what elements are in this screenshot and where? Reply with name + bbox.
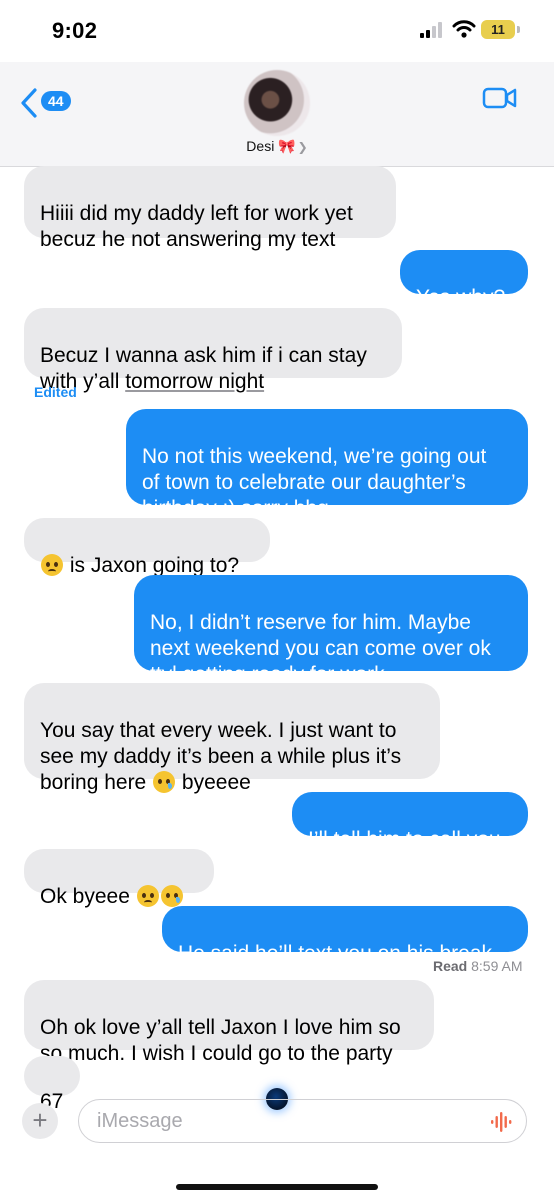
- pleading-face-emoji: [41, 554, 63, 576]
- chevron-right-icon: ❯: [297, 140, 308, 154]
- message-text-tail: byeeee: [176, 771, 251, 794]
- read-label: Read: [433, 958, 468, 974]
- message-bubble-outgoing[interactable]: He said he’ll text you on his break: [162, 906, 528, 965]
- message-bubble-incoming[interactable]: Oh ok love y’all tell Jaxon I love him s…: [24, 980, 434, 1065]
- message-text: Ok byeee: [40, 885, 136, 908]
- cellular-signal-icon: [420, 22, 442, 38]
- message-bubble-incoming[interactable]: You say that every week. I just want to …: [24, 683, 440, 794]
- status-bar: 9:02 11: [0, 0, 554, 62]
- battery-level: 11: [491, 22, 505, 37]
- contact-name: Desi 🎀: [246, 138, 296, 154]
- back-button[interactable]: 44: [16, 84, 86, 124]
- message-bubble-outgoing[interactable]: Yes why?: [400, 250, 528, 309]
- message-bubble-incoming[interactable]: Hiiii did my daddy left for work yet bec…: [24, 166, 396, 251]
- crying-face-emoji: [153, 771, 176, 793]
- message-bubble-outgoing[interactable]: I’ll tell him to call you: [292, 792, 528, 851]
- message-bubble-incoming[interactable]: Becuz I wanna ask him if i can stay with…: [24, 308, 402, 393]
- message-text: I’ll tell him to call you: [308, 828, 501, 851]
- battery-icon: 11: [481, 20, 515, 39]
- read-receipt: Read 8:59 AM: [433, 958, 523, 974]
- facetime-video-icon[interactable]: [482, 86, 518, 110]
- message-bubble-incoming[interactable]: Ok byeee: [24, 849, 214, 908]
- chevron-left-icon: [21, 88, 37, 118]
- unread-count-badge: 44: [41, 91, 71, 111]
- message-text: No, I didn’t reserve for him. Maybe next…: [150, 611, 491, 686]
- message-text: is Jaxon going to?: [64, 554, 240, 577]
- message-text: Yes why?: [416, 286, 506, 309]
- message-bubble-outgoing[interactable]: No, I didn’t reserve for him. Maybe next…: [134, 575, 528, 686]
- message-bubble-outgoing[interactable]: No not this weekend, we’re going out of …: [126, 409, 528, 520]
- pleading-face-emoji: [136, 885, 159, 907]
- message-text: Oh ok love y’all tell Jaxon I love him s…: [40, 1016, 401, 1065]
- message-bubble-incoming[interactable]: is Jaxon going to?: [24, 518, 270, 577]
- edited-label[interactable]: Edited: [34, 384, 77, 400]
- contact-name-button[interactable]: Desi 🎀 ❯: [0, 138, 554, 155]
- detected-date-link[interactable]: tomorrow night: [125, 370, 264, 393]
- plus-button[interactable]: +: [22, 1103, 58, 1139]
- wifi-icon: [452, 20, 476, 38]
- contact-avatar[interactable]: [244, 70, 310, 136]
- crying-face-emoji: [160, 885, 183, 907]
- message-bubble-incoming[interactable]: 67: [24, 1056, 80, 1113]
- status-time: 9:02: [52, 18, 98, 43]
- conversation-header: 44 Desi 🎀 ❯: [0, 62, 554, 167]
- message-text: No not this weekend, we’re going out of …: [142, 445, 487, 520]
- read-time: 8:59 AM: [471, 958, 523, 974]
- battery-tip: [517, 26, 520, 33]
- message-input[interactable]: iMessage: [78, 1099, 527, 1143]
- audio-waveform-icon[interactable]: [490, 1112, 512, 1132]
- home-indicator[interactable]: [176, 1184, 378, 1190]
- message-text: Hiiii did my daddy left for work yet bec…: [40, 202, 353, 251]
- message-input-placeholder: iMessage: [97, 1110, 183, 1132]
